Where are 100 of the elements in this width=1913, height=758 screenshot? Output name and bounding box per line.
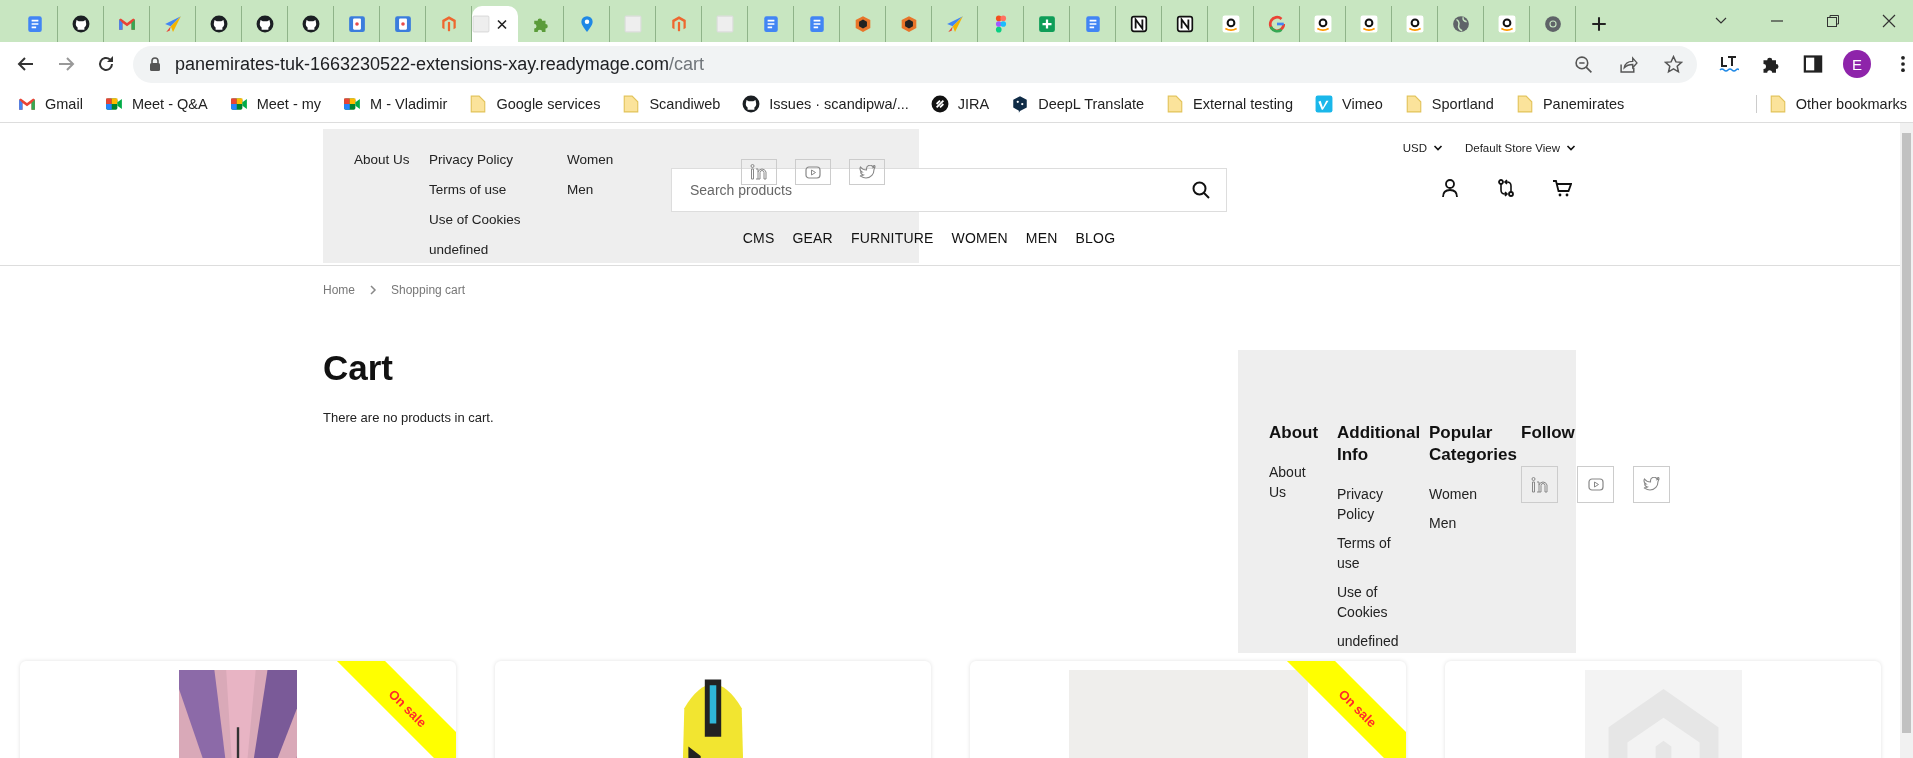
play-icon bbox=[1587, 478, 1604, 491]
close-icon[interactable] bbox=[1881, 13, 1897, 29]
nav-link[interactable]: MEN bbox=[1025, 230, 1058, 246]
footer-link[interactable]: undefined bbox=[1337, 631, 1399, 651]
smile-logo-icon bbox=[1405, 15, 1424, 33]
scrollbar-thumb[interactable] bbox=[1902, 133, 1911, 733]
address-bar[interactable]: panemirates-tuk-1663230522-extensions-xay.readymage.com/cart bbox=[132, 45, 1698, 83]
bookmark[interactable]: Panemirates bbox=[1515, 95, 1625, 113]
octocat-icon bbox=[301, 15, 320, 33]
play-icon bbox=[805, 165, 821, 179]
chevron-down-icon bbox=[1566, 143, 1576, 153]
phone-icon bbox=[347, 15, 366, 33]
video-camera-icon bbox=[343, 95, 362, 113]
menu-link[interactable]: About Us bbox=[354, 151, 410, 169]
product-card[interactable]: On sale bbox=[20, 661, 456, 758]
column-heading: About bbox=[1269, 422, 1319, 444]
linkedin-button[interactable] bbox=[741, 159, 777, 185]
bookmark[interactable]: Sportland bbox=[1404, 95, 1494, 113]
bookmark-folder[interactable]: Other bookmarks bbox=[1755, 95, 1907, 113]
footer-link[interactable]: Terms of use bbox=[1337, 533, 1399, 573]
twitter-button[interactable] bbox=[849, 159, 885, 185]
bird-icon bbox=[858, 164, 876, 180]
folder-icon bbox=[469, 95, 488, 113]
nav-link[interactable]: GEAR bbox=[792, 230, 833, 246]
folder-icon bbox=[1404, 95, 1423, 113]
breadcrumb-link[interactable]: Home bbox=[323, 283, 355, 297]
blank-page-icon bbox=[715, 15, 734, 33]
bookmark[interactable]: Meet - my bbox=[229, 95, 322, 113]
octocat-icon bbox=[71, 15, 90, 33]
bookmark[interactable]: Issues · scandipwa/... bbox=[742, 95, 909, 113]
menu-link[interactable]: Men bbox=[567, 181, 594, 199]
twitter-button[interactable] bbox=[1633, 466, 1670, 503]
search-field[interactable]: Search products bbox=[671, 168, 1227, 212]
folder-icon bbox=[622, 95, 641, 113]
blank-page-icon bbox=[472, 15, 490, 33]
nav-link[interactable]: WOMEN bbox=[951, 230, 1008, 246]
search-icon[interactable] bbox=[1191, 180, 1211, 200]
new-tab-icon[interactable] bbox=[1590, 15, 1608, 33]
paper-plane-icon bbox=[163, 15, 182, 33]
profile-avatar[interactable]: E bbox=[1843, 50, 1871, 78]
linkedin-icon bbox=[750, 164, 768, 180]
nav-link[interactable]: BLOG bbox=[1075, 230, 1116, 246]
menu-link[interactable]: Privacy Policy bbox=[429, 151, 514, 169]
page-title: Cart bbox=[323, 347, 395, 389]
chevron-right-icon bbox=[369, 285, 377, 295]
bookmark[interactable]: Vimeo bbox=[1315, 95, 1383, 113]
video-camera-icon bbox=[229, 95, 248, 113]
smile-logo-icon bbox=[1221, 15, 1240, 33]
menu-link[interactable]: Women bbox=[567, 151, 614, 169]
star-icon[interactable] bbox=[1664, 54, 1684, 74]
octocat-icon bbox=[742, 95, 761, 113]
smile-logo-icon bbox=[1313, 15, 1332, 33]
footer-link[interactable]: Women bbox=[1429, 484, 1477, 504]
footer-link[interactable]: Men bbox=[1429, 513, 1457, 533]
hexagon-logo-icon bbox=[669, 15, 688, 33]
phone-icon bbox=[393, 15, 412, 33]
footer-link[interactable]: Use of Cookies bbox=[1337, 582, 1399, 622]
menu-link[interactable]: Terms of use bbox=[429, 181, 507, 199]
globe-icon bbox=[1451, 15, 1470, 33]
cart-icon[interactable] bbox=[1552, 178, 1572, 198]
play-square-icon bbox=[1315, 95, 1333, 113]
close-icon[interactable] bbox=[496, 17, 508, 31]
footer-link[interactable]: Privacy Policy bbox=[1337, 484, 1399, 524]
hexagon-logo-icon bbox=[439, 15, 458, 33]
product-card[interactable]: On sale bbox=[970, 661, 1406, 758]
zoom-out-icon[interactable] bbox=[1574, 54, 1594, 74]
waves-logo-icon[interactable] bbox=[1719, 54, 1740, 74]
nav-link[interactable]: FURNITURE bbox=[850, 230, 934, 246]
share-icon[interactable] bbox=[1619, 54, 1639, 74]
smile-logo-icon bbox=[1359, 15, 1378, 33]
menu-link[interactable]: Use of Cookies bbox=[429, 211, 521, 229]
smile-logo-icon bbox=[1497, 15, 1516, 33]
restore-icon[interactable] bbox=[1825, 13, 1841, 29]
document-icon bbox=[761, 15, 780, 33]
menu-link[interactable]: undefined bbox=[429, 241, 489, 259]
url-text: panemirates-tuk-1663230522-extensions-xay.readymage.com/cart bbox=[174, 53, 704, 75]
breadcrumb-link[interactable]: Shopping cart bbox=[391, 283, 466, 297]
store-view-dropdown[interactable]: Default Store View bbox=[1464, 142, 1576, 154]
bookmark[interactable]: Google services bbox=[469, 95, 601, 113]
circle-logo-icon bbox=[930, 95, 949, 113]
footer-link[interactable]: About Us bbox=[1269, 462, 1306, 502]
currency-dropdown[interactable]: USD bbox=[1402, 142, 1443, 154]
bookmark[interactable]: External testing bbox=[1166, 95, 1293, 113]
user-icon[interactable] bbox=[1440, 178, 1460, 198]
bookmark[interactable]: Scandiweb bbox=[622, 95, 721, 113]
nav-link[interactable]: CMS bbox=[742, 230, 775, 246]
video-camera-icon bbox=[104, 95, 123, 113]
bookmark[interactable]: Meet - Q&A bbox=[104, 95, 208, 113]
bookmark[interactable]: JIRA bbox=[930, 95, 990, 113]
bookmark[interactable]: Gmail bbox=[18, 95, 83, 113]
hexagon-icon bbox=[853, 15, 872, 33]
scrollbar[interactable] bbox=[1900, 123, 1913, 758]
compare-icon[interactable] bbox=[1496, 178, 1516, 198]
bookmark[interactable]: DeepL Translate bbox=[1011, 95, 1145, 113]
bookmark[interactable]: M - Vladimir bbox=[343, 95, 448, 113]
paper-plane-icon bbox=[945, 15, 964, 33]
linkedin-button[interactable] bbox=[1521, 466, 1558, 503]
side-panel-icon[interactable] bbox=[1803, 54, 1823, 74]
youtube-button[interactable] bbox=[795, 159, 831, 185]
folder-icon bbox=[1166, 95, 1185, 113]
